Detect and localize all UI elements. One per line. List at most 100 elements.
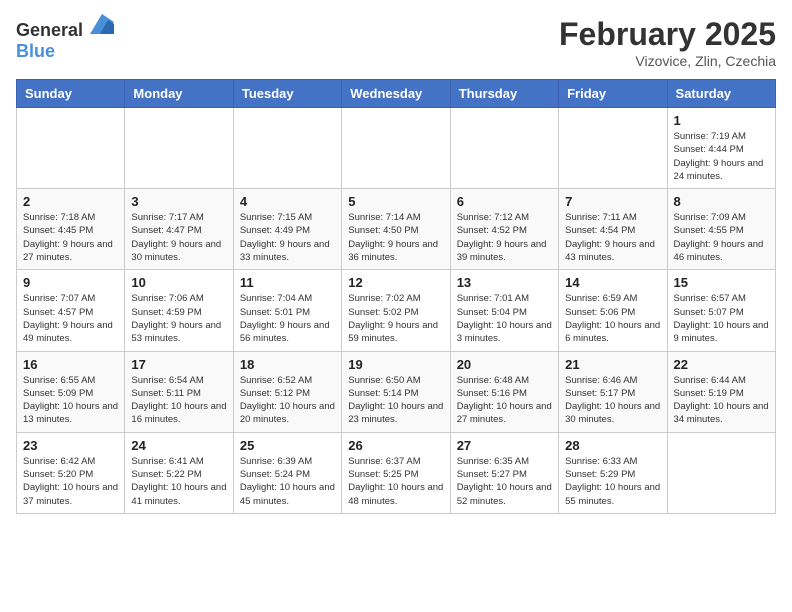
day-info: Sunrise: 6:44 AM Sunset: 5:19 PM Dayligh…: [674, 374, 769, 427]
day-number: 16: [23, 357, 118, 372]
day-info: Sunrise: 6:57 AM Sunset: 5:07 PM Dayligh…: [674, 292, 769, 345]
calendar-cell: 21 Sunrise: 6:46 AM Sunset: 5:17 PM Dayli…: [559, 351, 667, 432]
day-number: 13: [457, 275, 552, 290]
calendar-cell: 12 Sunrise: 7:02 AM Sunset: 5:02 PM Dayli…: [342, 270, 450, 351]
day-number: 25: [240, 438, 335, 453]
day-number: 23: [23, 438, 118, 453]
logo-blue: Blue: [16, 41, 55, 61]
day-info: Sunrise: 6:37 AM Sunset: 5:25 PM Dayligh…: [348, 455, 443, 508]
day-number: 1: [674, 113, 769, 128]
calendar-cell: [125, 108, 233, 189]
day-info: Sunrise: 6:41 AM Sunset: 5:22 PM Dayligh…: [131, 455, 226, 508]
header-row: SundayMondayTuesdayWednesdayThursdayFrid…: [17, 80, 776, 108]
day-number: 19: [348, 357, 443, 372]
day-number: 5: [348, 194, 443, 209]
day-number: 18: [240, 357, 335, 372]
day-info: Sunrise: 6:35 AM Sunset: 5:27 PM Dayligh…: [457, 455, 552, 508]
calendar-cell: 15Sunrise: 6:57 AM Sunset: 5:07 PM Dayli…: [667, 270, 775, 351]
calendar-cell: 23 Sunrise: 6:42 AM Sunset: 5:20 PM Dayli…: [17, 432, 125, 513]
header-day-friday: Friday: [559, 80, 667, 108]
day-number: 20: [457, 357, 552, 372]
calendar-cell: [450, 108, 558, 189]
calendar-cell: 9Sunrise: 7:07 AM Sunset: 4:57 PM Daylig…: [17, 270, 125, 351]
calendar-cell: 24 Sunrise: 6:41 AM Sunset: 5:22 PM Dayli…: [125, 432, 233, 513]
day-info: Sunrise: 7:02 AM Sunset: 5:02 PM Dayligh…: [348, 292, 443, 345]
calendar-cell: 22 Sunrise: 6:44 AM Sunset: 5:19 PM Dayli…: [667, 351, 775, 432]
day-number: 22: [674, 357, 769, 372]
day-info: Sunrise: 7:15 AM Sunset: 4:49 PM Dayligh…: [240, 211, 335, 264]
day-number: 6: [457, 194, 552, 209]
calendar-cell: 3 Sunrise: 7:17 AM Sunset: 4:47 PM Daylig…: [125, 189, 233, 270]
day-info: Sunrise: 6:46 AM Sunset: 5:17 PM Dayligh…: [565, 374, 660, 427]
day-info: Sunrise: 7:01 AM Sunset: 5:04 PM Dayligh…: [457, 292, 552, 345]
location-subtitle: Vizovice, Zlin, Czechia: [559, 53, 776, 69]
day-number: 3: [131, 194, 226, 209]
day-info: Sunrise: 6:33 AM Sunset: 5:29 PM Dayligh…: [565, 455, 660, 508]
calendar-cell: 5 Sunrise: 7:14 AM Sunset: 4:50 PM Daylig…: [342, 189, 450, 270]
calendar-cell: 18 Sunrise: 6:52 AM Sunset: 5:12 PM Dayli…: [233, 351, 341, 432]
day-info: Sunrise: 7:04 AM Sunset: 5:01 PM Dayligh…: [240, 292, 335, 345]
header-day-saturday: Saturday: [667, 80, 775, 108]
day-info: Sunrise: 7:14 AM Sunset: 4:50 PM Dayligh…: [348, 211, 443, 264]
header-day-sunday: Sunday: [17, 80, 125, 108]
calendar-cell: 17Sunrise: 6:54 AM Sunset: 5:11 PM Dayli…: [125, 351, 233, 432]
day-info: Sunrise: 6:42 AM Sunset: 5:20 PM Dayligh…: [23, 455, 118, 508]
day-number: 17: [131, 357, 226, 372]
day-info: Sunrise: 6:52 AM Sunset: 5:12 PM Dayligh…: [240, 374, 335, 427]
day-info: Sunrise: 6:50 AM Sunset: 5:14 PM Dayligh…: [348, 374, 443, 427]
day-info: Sunrise: 6:59 AM Sunset: 5:06 PM Dayligh…: [565, 292, 660, 345]
calendar-cell: [559, 108, 667, 189]
day-number: 4: [240, 194, 335, 209]
header-day-monday: Monday: [125, 80, 233, 108]
day-info: Sunrise: 7:09 AM Sunset: 4:55 PM Dayligh…: [674, 211, 769, 264]
calendar-cell: 11 Sunrise: 7:04 AM Sunset: 5:01 PM Dayli…: [233, 270, 341, 351]
calendar-week-3: 9Sunrise: 7:07 AM Sunset: 4:57 PM Daylig…: [17, 270, 776, 351]
logo-icon: [90, 14, 114, 34]
calendar-week-4: 16 Sunrise: 6:55 AM Sunset: 5:09 PM Dayli…: [17, 351, 776, 432]
day-info: Sunrise: 7:12 AM Sunset: 4:52 PM Dayligh…: [457, 211, 552, 264]
day-number: 8: [674, 194, 769, 209]
day-info: Sunrise: 7:17 AM Sunset: 4:47 PM Dayligh…: [131, 211, 226, 264]
calendar-week-2: 2Sunrise: 7:18 AM Sunset: 4:45 PM Daylig…: [17, 189, 776, 270]
calendar-cell: 1 Sunrise: 7:19 AM Sunset: 4:44 PM Daylig…: [667, 108, 775, 189]
calendar-cell: 28Sunrise: 6:33 AM Sunset: 5:29 PM Dayli…: [559, 432, 667, 513]
day-number: 12: [348, 275, 443, 290]
day-number: 7: [565, 194, 660, 209]
day-info: Sunrise: 7:19 AM Sunset: 4:44 PM Dayligh…: [674, 130, 769, 183]
calendar-week-5: 23 Sunrise: 6:42 AM Sunset: 5:20 PM Dayli…: [17, 432, 776, 513]
calendar-cell: 10Sunrise: 7:06 AM Sunset: 4:59 PM Dayli…: [125, 270, 233, 351]
calendar-cell: 20 Sunrise: 6:48 AM Sunset: 5:16 PM Dayli…: [450, 351, 558, 432]
day-number: 24: [131, 438, 226, 453]
header-day-wednesday: Wednesday: [342, 80, 450, 108]
calendar-cell: 4 Sunrise: 7:15 AM Sunset: 4:49 PM Daylig…: [233, 189, 341, 270]
day-number: 14: [565, 275, 660, 290]
calendar-cell: [667, 432, 775, 513]
day-number: 27: [457, 438, 552, 453]
month-title: February 2025: [559, 16, 776, 53]
header-day-tuesday: Tuesday: [233, 80, 341, 108]
day-info: Sunrise: 6:55 AM Sunset: 5:09 PM Dayligh…: [23, 374, 118, 427]
day-info: Sunrise: 6:48 AM Sunset: 5:16 PM Dayligh…: [457, 374, 552, 427]
day-number: 26: [348, 438, 443, 453]
day-info: Sunrise: 7:11 AM Sunset: 4:54 PM Dayligh…: [565, 211, 660, 264]
calendar-cell: [233, 108, 341, 189]
logo-general: General: [16, 20, 83, 40]
calendar-cell: 16 Sunrise: 6:55 AM Sunset: 5:09 PM Dayli…: [17, 351, 125, 432]
day-number: 11: [240, 275, 335, 290]
calendar-cell: 27 Sunrise: 6:35 AM Sunset: 5:27 PM Dayli…: [450, 432, 558, 513]
calendar-cell: 26 Sunrise: 6:37 AM Sunset: 5:25 PM Dayli…: [342, 432, 450, 513]
calendar-cell: 19 Sunrise: 6:50 AM Sunset: 5:14 PM Dayli…: [342, 351, 450, 432]
calendar-cell: 2Sunrise: 7:18 AM Sunset: 4:45 PM Daylig…: [17, 189, 125, 270]
calendar-cell: [17, 108, 125, 189]
day-info: Sunrise: 7:07 AM Sunset: 4:57 PM Dayligh…: [23, 292, 118, 345]
header-day-thursday: Thursday: [450, 80, 558, 108]
calendar-cell: 25Sunrise: 6:39 AM Sunset: 5:24 PM Dayli…: [233, 432, 341, 513]
logo: General Blue: [16, 16, 114, 62]
title-block: February 2025 Vizovice, Zlin, Czechia: [559, 16, 776, 69]
calendar-cell: 6 Sunrise: 7:12 AM Sunset: 4:52 PM Daylig…: [450, 189, 558, 270]
calendar-cell: [342, 108, 450, 189]
day-number: 21: [565, 357, 660, 372]
day-info: Sunrise: 7:06 AM Sunset: 4:59 PM Dayligh…: [131, 292, 226, 345]
calendar-cell: 13 Sunrise: 7:01 AM Sunset: 5:04 PM Dayli…: [450, 270, 558, 351]
logo-text: General Blue: [16, 16, 114, 62]
